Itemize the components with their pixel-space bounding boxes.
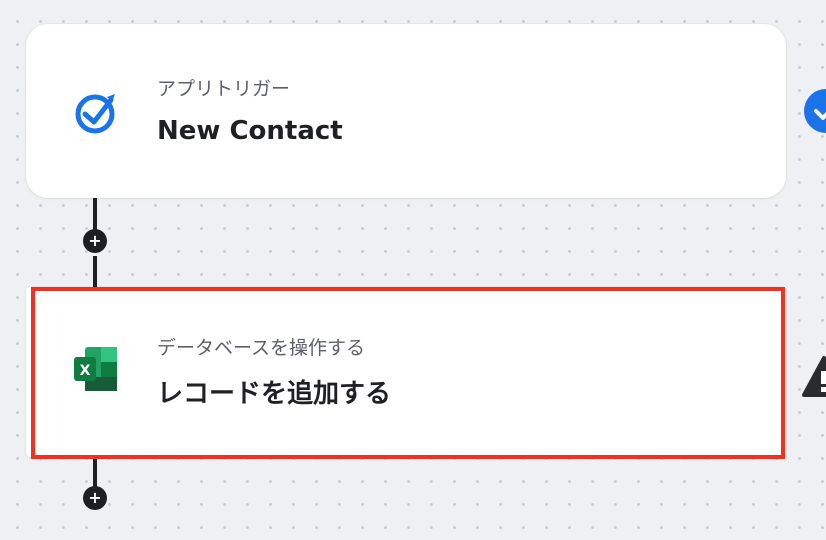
flow-step-card-trigger[interactable]: アプリトリガー New Contact bbox=[26, 24, 786, 198]
add-step-button[interactable]: + bbox=[83, 486, 107, 510]
svg-text:X: X bbox=[80, 363, 91, 379]
flow-connector-bottom bbox=[93, 455, 97, 487]
step-title: レコードを追加する bbox=[157, 379, 392, 409]
check-circle-icon bbox=[804, 89, 826, 133]
flow-connector-middle bbox=[93, 256, 97, 288]
contact-app-checkmark-icon bbox=[71, 88, 121, 138]
warning-icon bbox=[802, 355, 826, 401]
step-type-label: データベースを操作する bbox=[157, 337, 366, 359]
add-step-button[interactable]: + bbox=[83, 229, 107, 253]
excel-icon: X bbox=[71, 345, 121, 395]
step-type-label: アプリトリガー bbox=[157, 78, 291, 100]
step-title: New Contact bbox=[157, 116, 343, 146]
flow-step-card-action[interactable]: X データベースを操作する レコードを追加する bbox=[26, 287, 786, 457]
